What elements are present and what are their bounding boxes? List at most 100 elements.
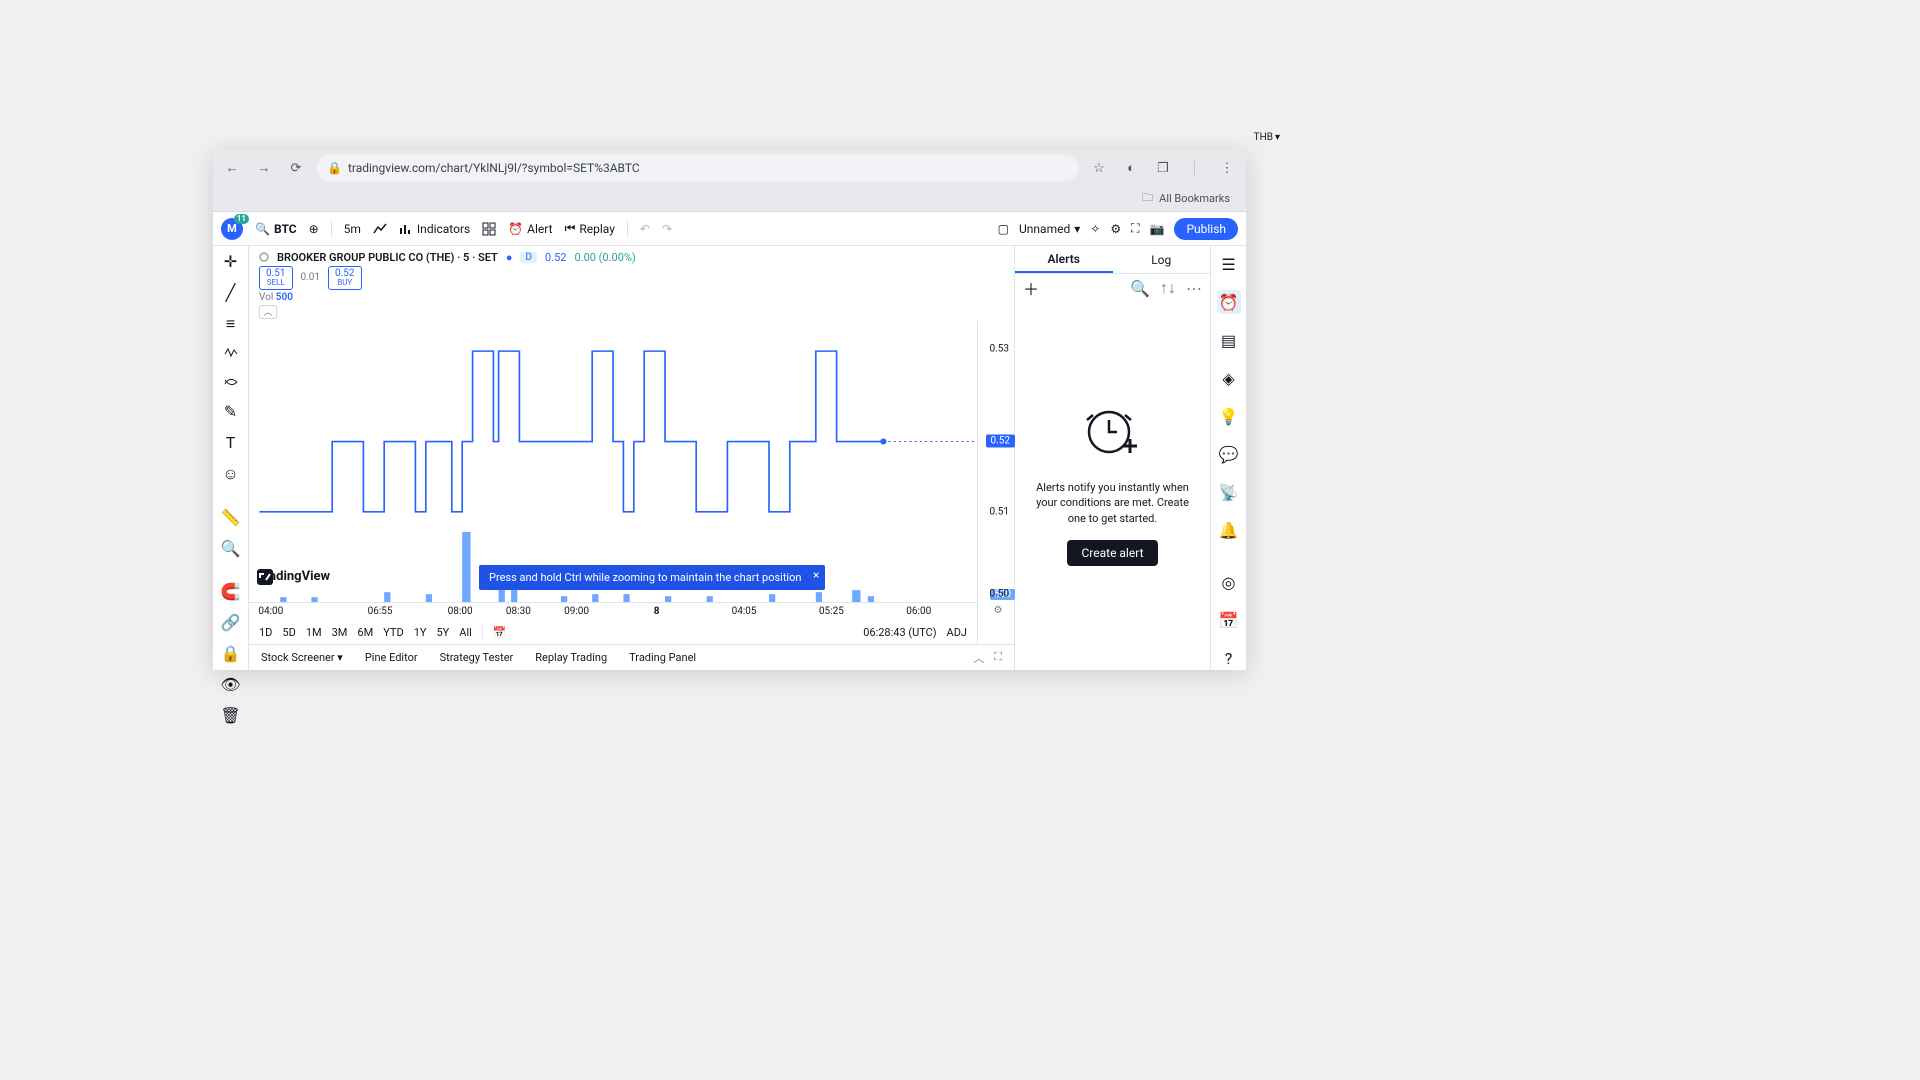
clock-plus-icon [1083,406,1143,466]
maximize-panel-icon[interactable]: ⛶ [994,650,1002,666]
symbol-title[interactable]: BROOKER GROUP PUBLIC CO (THE) · 5 · SET [277,251,498,264]
address-bar[interactable]: 🔒 tradingview.com/chart/YklNLj9l/?symbol… [317,155,1078,181]
zoom-tool[interactable]: 🔍 [219,539,243,558]
star-icon[interactable]: ☆ [1088,157,1110,179]
range-all[interactable]: All [459,626,472,639]
add-alert-button[interactable]: ＋ [1023,276,1039,300]
currency-selector[interactable]: THB ▾ [1254,132,1280,143]
fullscreen-button[interactable]: ⛶ [1131,221,1139,236]
y-axis[interactable]: 0.53 0.51 0.50 [977,321,1013,602]
axis-settings-icon[interactable]: ⚙ [994,605,1003,616]
trendline-tool[interactable]: ╱ [219,283,243,302]
layers-icon[interactable]: ◈ [1217,366,1241,390]
undo-button[interactable]: ↶ [640,222,650,236]
replay-button[interactable]: ⏮ Replay [565,221,615,236]
tab-trading-panel[interactable]: Trading Panel [629,651,696,664]
extensions-icon[interactable]: ❐ [1152,157,1174,179]
close-icon[interactable]: × [813,568,819,582]
tv-header: M 🔍 BTC ⊕ 5m Indicators ⏰ Alert ⏮ Replay… [213,212,1246,246]
publish-button[interactable]: Publish [1174,218,1238,240]
hide-tool[interactable]: 👁 [219,675,243,694]
sort-icon[interactable]: ↑↓ [1160,278,1176,298]
tab-replay-trading[interactable]: Replay Trading [535,651,607,664]
range-3m[interactable]: 3M [332,626,348,639]
interval-selector[interactable]: 5m [344,222,361,236]
adj-toggle[interactable]: ADJ [947,626,967,639]
alert-button[interactable]: ⏰ Alert [508,222,552,236]
target-icon[interactable]: ◎ [1217,570,1241,594]
buy-button[interactable]: 0.52BUY [328,266,362,290]
range-1d[interactable]: 1D [259,626,272,639]
all-bookmarks-link[interactable]: All Bookmarks [1159,192,1230,205]
collapse-legend-button[interactable]: ︿ [259,305,277,319]
compare-button[interactable]: ⊕ [309,222,319,236]
hotlist-icon[interactable]: ▤ [1217,328,1241,352]
last-price: 0.52 [545,251,566,264]
range-6m[interactable]: 6M [357,626,373,639]
browser-toolbar: ← → ⟳ 🔒 tradingview.com/chart/YklNLj9l/?… [213,150,1246,186]
goto-date-button[interactable]: 📅 [493,626,507,639]
account-badge[interactable]: M [221,218,243,240]
range-selector: 1D 5D 1M 3M 6M YTD 1Y 5Y All 📅 06:28:43 … [249,620,978,644]
empty-text: Alerts notify you instantly when your co… [1027,480,1198,526]
shield-icon[interactable]: ◐ [1120,157,1142,179]
settings-button[interactable]: ⚙ [1110,222,1121,236]
ruler-tool[interactable]: 📏 [219,508,243,527]
tab-alerts[interactable]: Alerts [1015,246,1113,273]
pattern-tool[interactable] [219,346,243,362]
search-icon[interactable]: 🔍 [1130,279,1150,298]
x-axis[interactable]: 04:00 06:55 08:00 08:30 09:00 8 04:05 05… [249,602,978,620]
range-1y[interactable]: 1Y [414,626,427,639]
alert-label: Alert [527,222,552,236]
search-header-button[interactable]: ✧ [1090,222,1100,236]
chat-icon[interactable]: 💬 [1217,442,1241,466]
emoji-tool[interactable]: ☺ [219,464,243,484]
text-tool[interactable]: T [219,433,243,452]
more-icon[interactable]: ⋯ [1186,279,1202,298]
brush-tool[interactable]: ✎ [219,402,243,421]
tab-log[interactable]: Log [1113,246,1211,273]
trash-tool[interactable]: 🗑 [219,706,243,725]
range-5y[interactable]: 5Y [436,626,449,639]
range-1m[interactable]: 1M [306,626,322,639]
collapse-panel-icon[interactable]: ︿ [973,650,984,666]
zoom-hint-tooltip: Press and hold Ctrl while zooming to mai… [479,565,825,590]
lock-tool[interactable]: 🔒 [219,644,243,663]
chart-type-button[interactable] [373,222,387,236]
fib-tool[interactable]: ≡ [219,314,243,334]
tab-stock-screener[interactable]: Stock Screener ▾ [261,651,343,664]
templates-button[interactable] [482,222,496,236]
redo-button[interactable]: ↷ [662,222,672,236]
notifications-icon[interactable]: 🔔 [1217,518,1241,542]
layout-selector[interactable]: Unnamed ▾ [1019,222,1080,236]
watchlist-icon[interactable]: ☰ [1217,252,1241,276]
magnet-tool[interactable]: 🧲 [219,582,243,601]
ideas-icon[interactable]: 💡 [1217,404,1241,428]
reload-button[interactable]: ⟳ [285,157,307,179]
clock-label[interactable]: 06:28:43 (UTC) [863,626,936,639]
sell-button[interactable]: 0.51SELL [259,266,293,290]
lock-link-tool[interactable]: 🔗 [219,613,243,632]
snapshot-button[interactable]: 📷 [1149,222,1164,236]
url-text: tradingview.com/chart/YklNLj9l/?symbol=S… [348,161,640,175]
forward-button[interactable]: → [253,157,275,179]
alerts-icon[interactable]: ⏰ [1217,290,1241,314]
tab-strategy-tester[interactable]: Strategy Tester [440,651,514,664]
back-button[interactable]: ← [221,157,243,179]
tab-pine-editor[interactable]: Pine Editor [365,651,418,664]
help-icon[interactable]: ? [1217,646,1241,670]
prediction-tool[interactable] [219,374,243,390]
range-5d[interactable]: 5D [282,626,295,639]
create-alert-button[interactable]: Create alert [1067,540,1157,566]
stream-icon[interactable]: 📡 [1217,480,1241,504]
indicators-button[interactable]: Indicators [399,222,470,236]
calendar-icon[interactable]: 📅 [1217,608,1241,632]
price-chart[interactable]: 0.52 500 0.53 0.51 0.50 TradingView Pres… [249,321,978,602]
layout-name: Unnamed [1019,222,1070,236]
menu-icon[interactable]: ⋮ [1216,157,1238,179]
range-ytd[interactable]: YTD [383,626,403,639]
cursor-tool[interactable]: ✛ [219,252,243,271]
data-window-badge[interactable]: D [520,252,537,263]
layout-button[interactable]: ▢ [998,222,1009,236]
symbol-search[interactable]: 🔍 BTC [255,222,297,236]
